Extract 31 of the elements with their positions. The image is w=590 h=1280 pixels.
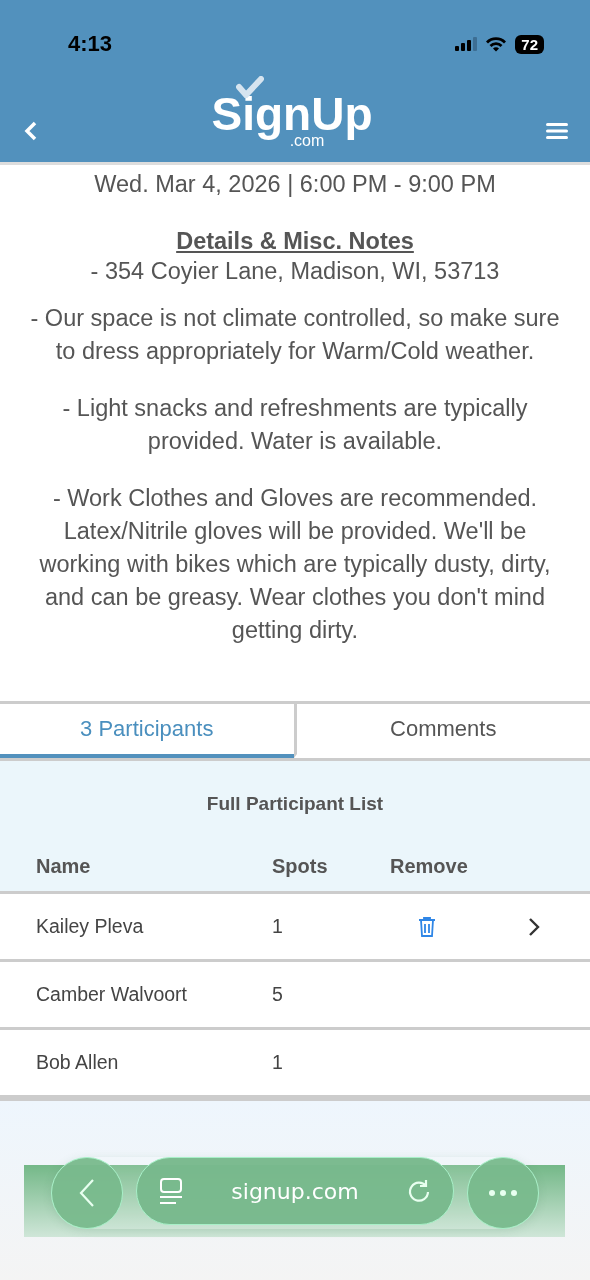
note-text: - Light snacks and refreshments are typically provided. Water is available. xyxy=(61,394,529,456)
participant-name: Kailey Pleva xyxy=(35,915,145,938)
chevron-left-icon[interactable] xyxy=(79,1178,95,1208)
event-date: Wed. Mar 4, 2026 | 6:00 PM - 9:00 PM xyxy=(93,171,497,198)
column-header: Spots xyxy=(272,855,329,878)
battery-level: 72 xyxy=(515,34,544,54)
list-title: Full Participant List xyxy=(205,793,385,815)
trash-icon[interactable] xyxy=(418,915,436,938)
back-icon[interactable] xyxy=(24,121,38,141)
status-time: 4:13 xyxy=(68,31,113,57)
reload-icon[interactable] xyxy=(407,1178,431,1204)
spots-count: 1 xyxy=(272,915,284,938)
column-header: Remove xyxy=(390,855,468,878)
url-text: signup.com xyxy=(231,1178,359,1204)
logo[interactable]: SignUp .com xyxy=(207,76,377,152)
chevron-right-icon[interactable] xyxy=(528,916,540,937)
note-text: - Work Clothes and Gloves are recommended. Latex/Nitrile gloves will be provided. We'll be working with bikes which are typically dusty, dirty, and can be greasy. Wear clothes you don't mind getting dirty. xyxy=(38,484,552,645)
more-icon[interactable] xyxy=(488,1189,518,1197)
wifi-icon xyxy=(485,36,508,52)
note-text: - Our space is not climate controlled, so make sure to dress appropriately for Warm/Cold weather. xyxy=(29,304,561,366)
participant-name: Camber Walvoort xyxy=(35,983,188,1006)
spots-count: 1 xyxy=(272,1051,284,1074)
address-bar[interactable]: signup.com xyxy=(136,1157,454,1225)
notes-title: Details & Misc. Notes xyxy=(175,227,415,256)
tabs-icon[interactable] xyxy=(159,1178,183,1204)
spots-count: 5 xyxy=(272,983,284,1006)
participant-name: Bob Allen xyxy=(35,1051,120,1074)
signal-icon xyxy=(455,37,478,51)
menu-icon[interactable] xyxy=(546,123,568,139)
event-address: - 354 Coyier Lane, Madison, WI, 53713 xyxy=(89,257,501,286)
column-header: Name xyxy=(35,855,92,878)
